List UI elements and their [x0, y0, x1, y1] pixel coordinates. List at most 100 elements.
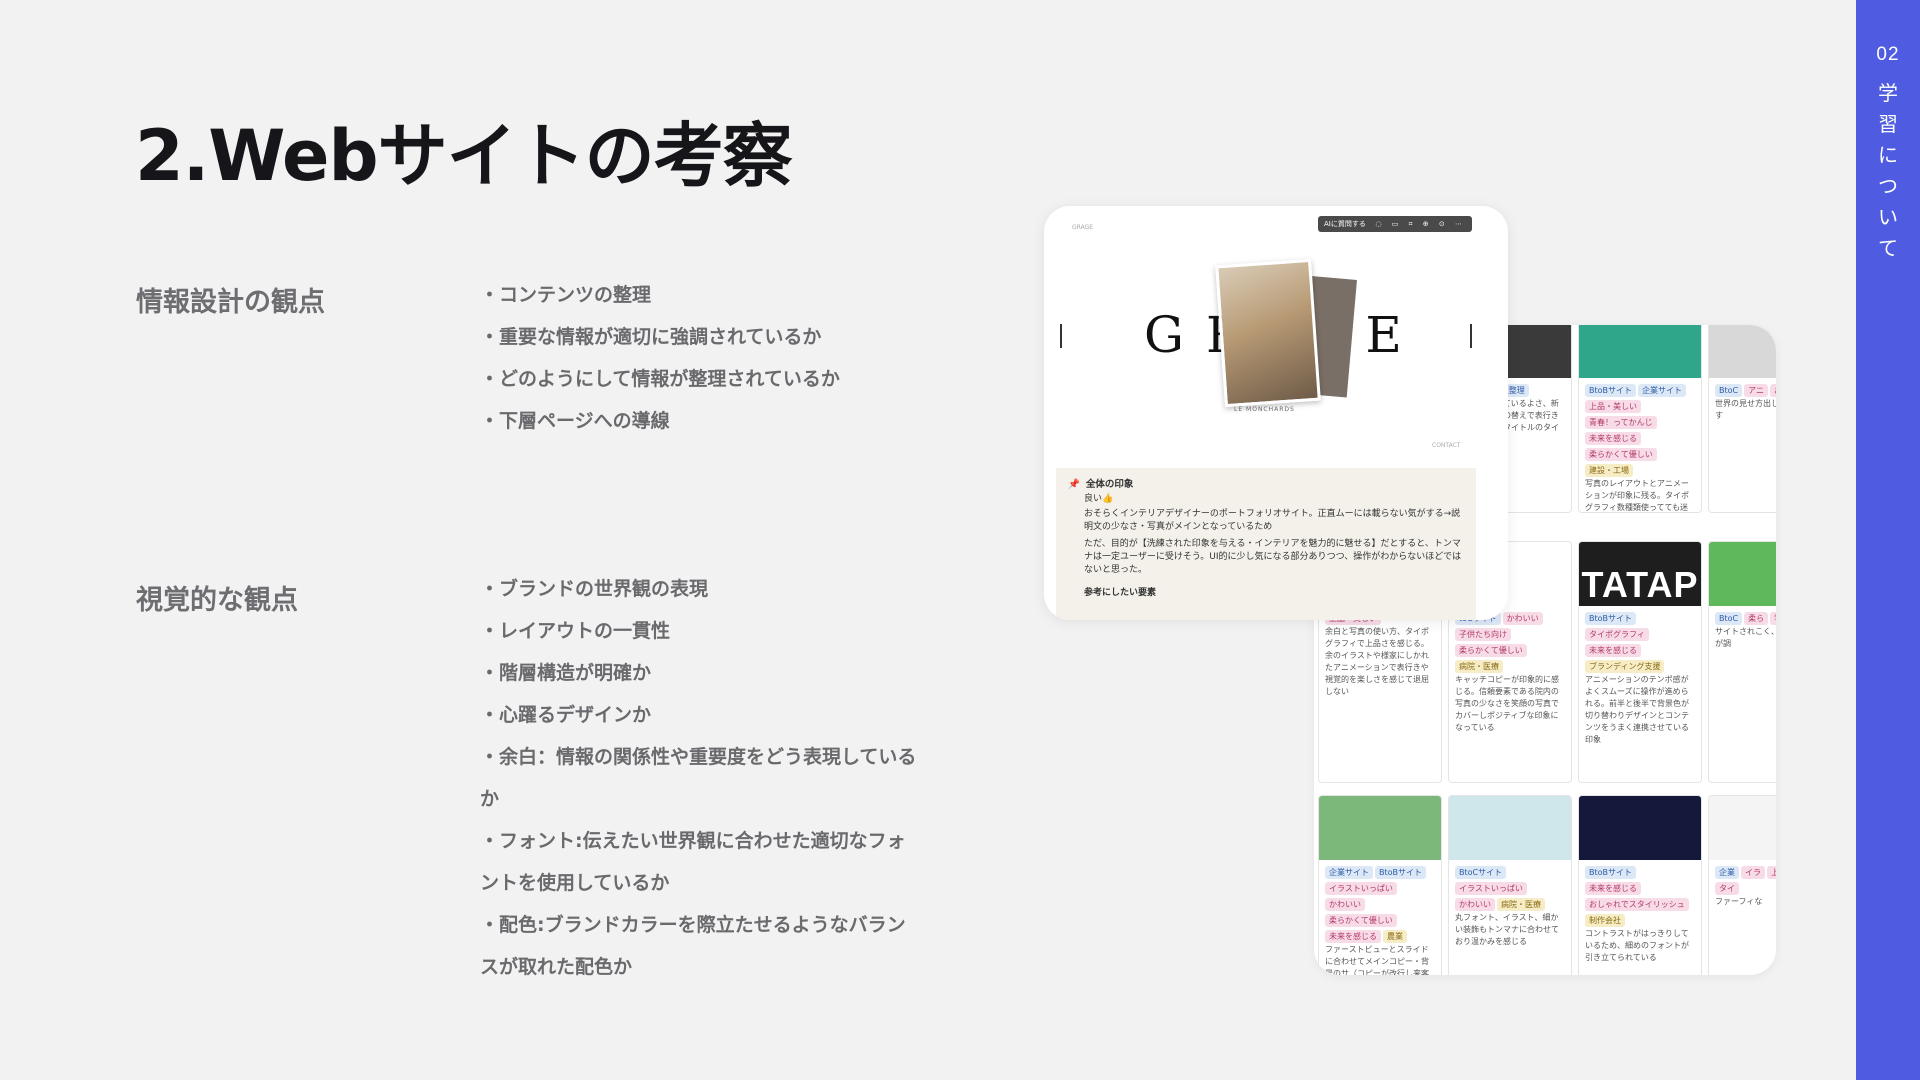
site-card-body: BtoBサイトタイポグラフィ未来を感じるブランディング支援 アニメーションのテンポ…	[1579, 606, 1701, 750]
site-card[interactable]: BtoBサイト 企業サイト上品・美しい青春！ってかんじ未来を感じる柔らかくて優しい…	[1578, 325, 1702, 513]
site-card[interactable]: 企業イラ上品シンタイファーフィな	[1708, 795, 1776, 975]
side-title-char: 習	[1878, 112, 1898, 136]
prev-slide-bar	[1060, 324, 1062, 348]
site-card[interactable]: BtoCアニおしイン世界の見せ方出した小細りやす	[1708, 325, 1776, 513]
site-tag: おしゃれでスタイリッシュ	[1585, 898, 1689, 911]
note-title-row: 📌 全体の印象	[1068, 478, 1464, 491]
note-line: 良い👍	[1084, 494, 1114, 504]
site-tag: 企業サイト	[1638, 384, 1687, 397]
site-tag: 柔ら	[1744, 612, 1769, 625]
site-tag: 柔らかくて優しい	[1325, 914, 1397, 927]
site-tag: 企業サイト	[1325, 866, 1373, 879]
visual-list: ・ブランドの世界観の表現 ・レイアウトの一貫性 ・階層構造が明確か ・心躍るデザ…	[480, 568, 920, 988]
site-tag: ブランディング支援	[1585, 660, 1665, 673]
site-comment: 世界の見せ方出した小細りやす	[1715, 399, 1776, 420]
site-card-body: BtoCアニおしイン世界の見せ方出した小細りやす	[1709, 378, 1776, 426]
site-tag: 病院・医療	[1497, 898, 1545, 911]
note-subheading: 参考にしたい要素	[1084, 588, 1157, 598]
site-comment: ファーストビューとスライドに合わせてメインコピー・背景のサ（コピーが改行し来客に…	[1325, 945, 1429, 975]
site-card[interactable]: 企業サイト BtoBサイトイラストいっぱいかわいい柔らかくて優しい未来を感じる 農業…	[1318, 795, 1442, 975]
list-item: ・レイアウトの一貫性	[480, 620, 671, 642]
site-tag: BtoBサイト	[1585, 866, 1637, 879]
list-item: ・下層ページへの導線	[480, 410, 670, 432]
section-label-info-design: 情報設計の観点	[136, 287, 325, 318]
ask-ai-button[interactable]: AIに質問する	[1324, 220, 1366, 228]
side-accent-bar: 02 学 習 に つ い て	[1856, 0, 1920, 1080]
site-tag: イラ	[1741, 866, 1765, 879]
site-tag: 建設・工場	[1585, 464, 1633, 477]
side-title-char: 学	[1878, 81, 1898, 105]
site-tag: 上品・美しい	[1585, 400, 1641, 413]
site-tag: BtoC	[1715, 612, 1743, 625]
site-tag: かわいい	[1502, 612, 1543, 625]
site-tag: 学生	[1770, 612, 1776, 625]
site-comment: 余白と写真の使い方、タイポグラフィで上品さを感じる。余のイラストや様家にしかれた…	[1325, 627, 1429, 696]
site-comment: ファーフィな	[1715, 897, 1763, 906]
list-item: ・ブランドの世界観の表現	[480, 578, 709, 600]
site-card-body: 企業イラ上品シンタイファーフィな	[1709, 860, 1776, 912]
site-card-body: BtoBサイト 企業サイト上品・美しい青春！ってかんじ未来を感じる柔らかくて優しい…	[1579, 378, 1701, 512]
site-tag: おし	[1769, 384, 1776, 397]
site-thumbnail	[1709, 542, 1776, 606]
site-tag: 未来を感じる	[1585, 882, 1641, 895]
list-item: ・コンテンツの整理	[480, 284, 652, 306]
site-tag: イラストいっぱい	[1455, 882, 1527, 895]
toolbar-icons[interactable]: ◌ ▭ ⌗ ⊕ ⊙ ⋯	[1375, 216, 1466, 232]
hero-photo	[1215, 258, 1321, 408]
list-item: ・心躍るデザインか	[480, 704, 652, 726]
site-tag: 未来を感じる	[1325, 930, 1381, 943]
list-item: ・余白：情報の関係性や重要度をどう表現しているか	[480, 746, 917, 810]
list-item: ・フォント:伝えたい世界観に合わせた適切なフォントを使用しているか	[480, 830, 906, 894]
site-thumbnail	[1709, 325, 1776, 378]
side-title-char: つ	[1878, 174, 1898, 198]
page-number: 02	[1876, 44, 1900, 65]
site-tag: 青春！ってかんじ	[1585, 416, 1657, 429]
site-card[interactable]: BtoBサイト未来を感じるおしゃれでスタイリッシュ制作会社コントラストがはっきり…	[1578, 795, 1702, 975]
site-card-body: toCサイトかわいい子供たち向け柔らかくて優しい病院・医療キャッチコピーが印象的…	[1449, 606, 1571, 738]
site-tag: タイポグラフィ	[1585, 628, 1649, 641]
list-item: ・重要な情報が適切に強調されているか	[480, 326, 822, 348]
slide-title: 2.Webサイトの考察	[135, 115, 793, 197]
site-card-body: 企業サイト BtoBサイトイラストいっぱいかわいい柔らかくて優しい未来を感じる 農業…	[1319, 860, 1441, 975]
site-tag: BtoBサイト	[1585, 384, 1637, 397]
site-card[interactable]: BtoCサイトイラストいっぱいかわいい 病院・医療丸フォント、イラスト、細かい装飾…	[1448, 795, 1572, 975]
site-logo-text: GRAGE	[1072, 224, 1094, 231]
note-title: 全体の印象	[1085, 479, 1134, 490]
site-card[interactable]: TATAP BtoBサイトタイポグラフィ未来を感じるブランディング支援 アニメーショ…	[1578, 541, 1702, 783]
site-tag: 未来を感じる	[1585, 432, 1641, 445]
site-tag: イラストいっぱい	[1325, 882, 1397, 895]
note-paragraph: おそらくインテリアデザイナーのポートフォリオサイト。正直ムーには載らない気がする…	[1084, 509, 1461, 532]
site-comment: アニメーションのテンポ感がよくスムーズに操作が進められる。前半と後半で背景色が切…	[1585, 675, 1689, 744]
note-paragraph: ただ、目的が【洗練された印象を与える・インテリアを魅力的に魅せる】だとすると、ト…	[1084, 539, 1462, 575]
list-item: ・階層構造が明確か	[480, 662, 652, 684]
screenshot-site-review: AIに質問する ◌ ▭ ⌗ ⊕ ⊙ ⋯ GRAGE GR GE LE MONCH…	[1044, 206, 1508, 620]
site-thumbnail	[1449, 796, 1571, 860]
site-tag: BtoCサイト	[1455, 866, 1507, 879]
site-tag: 病院・医療	[1455, 660, 1503, 673]
site-thumbnail: TATAP	[1579, 542, 1701, 606]
site-tag: 柔らかくて優しい	[1455, 644, 1527, 657]
pin-icon: 📌	[1068, 479, 1080, 490]
site-tag: BtoC	[1715, 384, 1743, 397]
site-card-body: BtoC柔ら学生サイトされこく、タがコンとが調	[1709, 606, 1776, 654]
site-thumbnail	[1709, 796, 1776, 860]
site-thumbnail	[1579, 796, 1701, 860]
site-tag: 子供たち向け	[1455, 628, 1511, 641]
site-thumbnail	[1319, 796, 1441, 860]
site-card-body: BtoBサイト未来を感じるおしゃれでスタイリッシュ制作会社コントラストがはっきり…	[1579, 860, 1701, 968]
list-item: ・どのようにして情報が整理されているか	[480, 368, 840, 390]
site-comment: キャッチコピーが印象的に感じる。信頼要素である院内の写真の少なさを笑顔の写真でカ…	[1455, 675, 1559, 732]
site-tag: かわいい	[1455, 898, 1495, 911]
site-tag: タイ	[1715, 882, 1739, 895]
site-comment: コントラストがはっきりしているため、細めのフォントが引き立てられている	[1585, 929, 1689, 962]
section-label-visual: 視覚的な観点	[136, 585, 298, 616]
site-tag: 制作会社	[1585, 914, 1625, 927]
site-thumbnail	[1579, 325, 1701, 378]
next-slide-bar	[1470, 324, 1472, 348]
site-card[interactable]: BtoC柔ら学生サイトされこく、タがコンとが調	[1708, 541, 1776, 783]
site-comment: 写真のレイアウトとアニメーションが印象に残る。タイポグラフィ数種類使ってても迷子…	[1585, 479, 1689, 512]
hero-caption: LE MONCHARDS	[1234, 406, 1295, 413]
image-toolbar[interactable]: AIに質問する ◌ ▭ ⌗ ⊕ ⊙ ⋯	[1318, 216, 1472, 232]
contact-link: CONTACT	[1432, 442, 1461, 449]
site-comment: 丸フォント、イラスト、細かい装飾もトンマナに合わせており温かみを感じる	[1455, 913, 1559, 946]
